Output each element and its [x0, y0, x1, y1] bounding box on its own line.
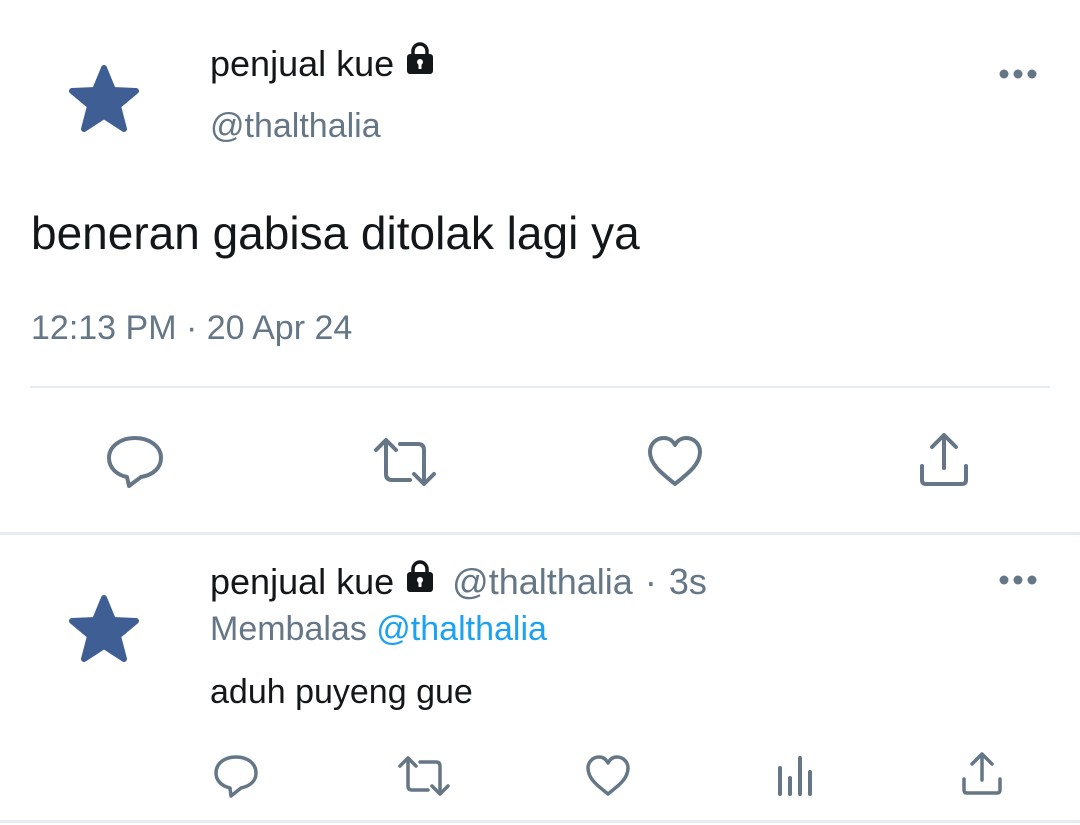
handle[interactable]: @thalthalia: [210, 104, 381, 148]
lock-icon: [402, 40, 438, 87]
star-icon[interactable]: [66, 62, 142, 138]
tweet-text: aduh puyeng gue: [210, 673, 473, 711]
retweet-icon[interactable]: [370, 432, 440, 492]
share-icon[interactable]: [958, 750, 1006, 798]
retweet-icon[interactable]: [396, 752, 452, 800]
reply-icon[interactable]: [212, 752, 260, 800]
section-divider: [0, 820, 1080, 823]
separator-dot: ·: [644, 560, 657, 602]
more-options-icon[interactable]: [996, 570, 1040, 590]
star-icon[interactable]: [66, 592, 142, 668]
like-icon[interactable]: [645, 432, 705, 492]
reply-header: penjual kue @thalthalia · 3s: [210, 558, 707, 605]
more-options-icon[interactable]: [996, 64, 1040, 84]
lock-icon: [402, 558, 438, 605]
section-divider: [0, 532, 1080, 535]
tweet-text: beneran gabisa ditolak lagi ya: [31, 207, 640, 259]
display-name-text[interactable]: penjual kue: [210, 559, 394, 605]
handle[interactable]: @thalthalia: [452, 559, 633, 605]
share-icon[interactable]: [914, 430, 974, 490]
tweet-timestamp[interactable]: 12:13 PM · 20 Apr 24: [31, 306, 352, 350]
mention-link[interactable]: @thalthalia: [376, 610, 547, 648]
like-icon[interactable]: [584, 752, 632, 800]
analytics-icon[interactable]: [774, 752, 818, 800]
divider: [30, 386, 1050, 388]
replying-label: Membalas: [210, 610, 367, 648]
display-name[interactable]: penjual kue: [210, 40, 438, 87]
time-ago[interactable]: 3s: [669, 559, 707, 605]
reply-icon[interactable]: [105, 432, 165, 492]
replying-to: Membalas @thalthalia: [210, 607, 547, 651]
display-name-text[interactable]: penjual kue: [210, 41, 394, 87]
